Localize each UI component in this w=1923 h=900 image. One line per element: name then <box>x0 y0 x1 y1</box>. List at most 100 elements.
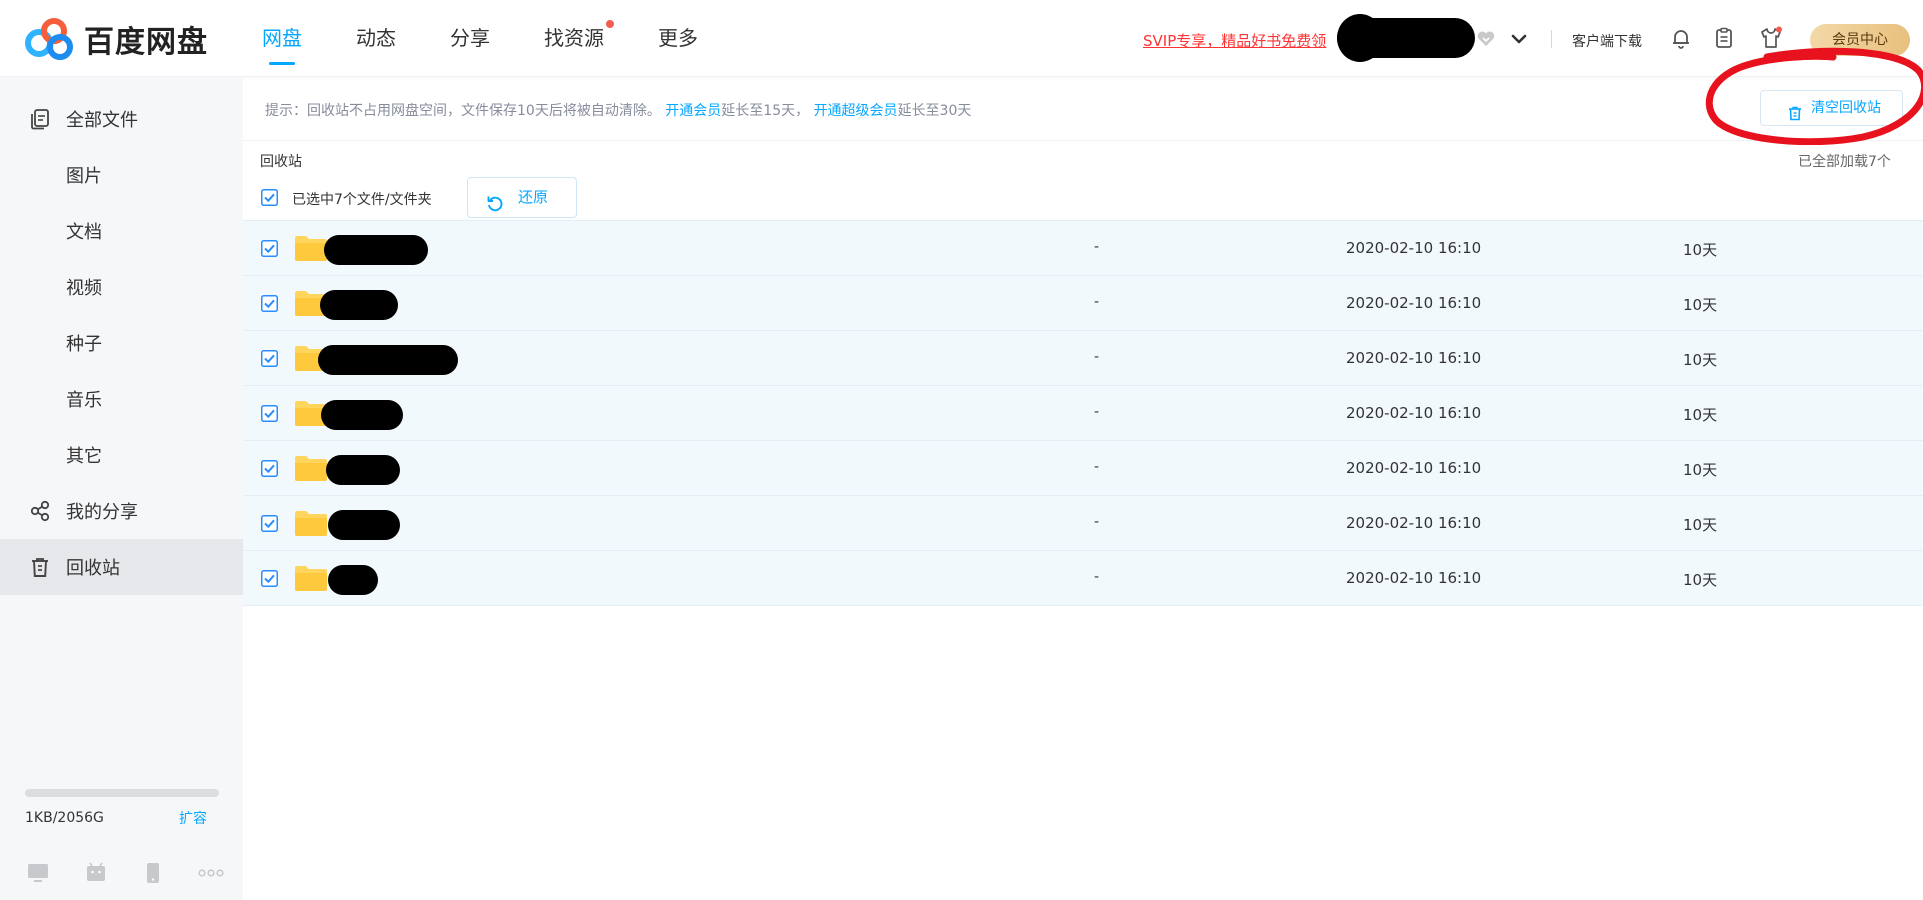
days-remaining: 10天 <box>1683 351 1718 369</box>
baidu-netdisk-logo-icon <box>24 18 76 60</box>
table-row[interactable]: - 2020-02-10 16:10 10天 <box>243 440 1923 496</box>
retention-tip: 提示：回收站不占用网盘空间，文件保存10天后将被自动清除。 开通会员延长至15天… <box>265 100 971 120</box>
deleted-time: 2020-02-10 16:10 <box>1346 349 1482 367</box>
sidebar-item-my-share[interactable]: 我的分享 <box>0 483 243 539</box>
app-name: 百度网盘 <box>84 25 208 60</box>
chevron-down-icon[interactable] <box>1509 29 1529 49</box>
svip-promo-link[interactable]: SVIP专享，精品好书免费领 <box>1143 30 1326 51</box>
filename-redacted[interactable] <box>328 510 400 540</box>
sidebar-item-label: 我的分享 <box>66 502 138 523</box>
file-size: - <box>1094 459 1100 475</box>
computer-icon[interactable] <box>26 861 50 885</box>
table-row[interactable]: - 2020-02-10 16:10 10天 <box>243 385 1923 441</box>
more-icon[interactable] <box>198 861 224 885</box>
row-checkbox[interactable] <box>261 570 278 587</box>
nav-item-netdisk[interactable]: 网盘 <box>262 0 302 77</box>
filename-redacted[interactable] <box>324 235 428 265</box>
sidebar-item-label: 全部文件 <box>66 110 138 131</box>
days-remaining: 10天 <box>1683 571 1718 589</box>
share-icon <box>29 500 51 522</box>
folder-icon <box>294 234 328 262</box>
sidebar-item-label: 其它 <box>66 446 102 467</box>
filename-redacted[interactable] <box>321 400 403 430</box>
folder-icon <box>294 454 328 482</box>
username-redacted[interactable] <box>1337 18 1475 58</box>
expand-storage-link[interactable]: 扩容 <box>179 808 207 828</box>
row-checkbox[interactable] <box>261 295 278 312</box>
restore-label: 还原 <box>518 188 549 206</box>
top-header: 百度网盘 网盘 动态 分享 找资源 更多 SVIP专享，精品好书免费领 客户端下… <box>0 0 1923 77</box>
deleted-time: 2020-02-10 16:10 <box>1346 239 1482 257</box>
files-icon <box>29 108 51 130</box>
filename-redacted[interactable] <box>326 455 400 485</box>
row-checkbox[interactable] <box>261 515 278 532</box>
sidebar-item-recycle-bin[interactable]: 回收站 <box>0 539 243 595</box>
select-all-checkbox[interactable] <box>261 189 278 206</box>
header-divider <box>1551 30 1552 48</box>
android-icon[interactable] <box>84 861 108 885</box>
open-super-member-link[interactable]: 开通超级会员 <box>814 103 898 119</box>
undo-icon <box>485 189 505 212</box>
sidebar-item-all-files[interactable]: 全部文件 <box>0 91 243 147</box>
sidebar-item-music[interactable]: 音乐 <box>0 371 243 427</box>
nav-label: 分享 <box>450 26 490 50</box>
sidebar-item-torrents[interactable]: 种子 <box>0 315 243 371</box>
restore-button[interactable]: 还原 <box>467 177 577 218</box>
table-row[interactable]: - 2020-02-10 16:10 10天 <box>243 495 1923 551</box>
nav-item-more[interactable]: 更多 <box>658 0 698 77</box>
nav-label: 网盘 <box>262 26 302 50</box>
app-logo[interactable]: 百度网盘 <box>24 18 208 60</box>
tip-text: 提示：回收站不占用网盘空间，文件保存10天后将被自动清除。 <box>265 103 661 119</box>
sidebar-item-label: 回收站 <box>66 558 120 579</box>
sidebar-item-label: 视频 <box>66 278 102 299</box>
sidebar-item-label: 图片 <box>66 166 102 187</box>
main-nav: 网盘 动态 分享 找资源 更多 <box>262 0 752 77</box>
folder-icon <box>294 564 328 592</box>
row-checkbox[interactable] <box>261 405 278 422</box>
filename-redacted[interactable] <box>320 290 398 320</box>
deleted-time: 2020-02-10 16:10 <box>1346 459 1482 477</box>
deleted-time: 2020-02-10 16:10 <box>1346 404 1482 422</box>
file-size: - <box>1094 514 1100 530</box>
days-remaining: 10天 <box>1683 516 1718 534</box>
sidebar-item-documents[interactable]: 文档 <box>0 203 243 259</box>
table-row[interactable]: - 2020-02-10 16:10 10天 <box>243 220 1923 276</box>
folder-icon <box>294 509 328 537</box>
sidebar-item-label: 音乐 <box>66 390 102 411</box>
nav-item-activity[interactable]: 动态 <box>356 0 396 77</box>
filename-redacted[interactable] <box>328 565 378 595</box>
file-size: - <box>1094 569 1100 585</box>
bell-icon[interactable] <box>1669 26 1693 50</box>
client-download-link[interactable]: 客户端下载 <box>1572 31 1642 51</box>
table-row[interactable]: - 2020-02-10 16:10 10天 <box>243 550 1923 606</box>
table-row[interactable]: - 2020-02-10 16:10 10天 <box>243 275 1923 331</box>
tip-bar: 提示：回收站不占用网盘空间，文件保存10天后将被自动清除。 开通会员延长至15天… <box>243 47 1923 145</box>
sidebar-item-images[interactable]: 图片 <box>0 147 243 203</box>
days-remaining: 10天 <box>1683 241 1718 259</box>
breadcrumb[interactable]: 回收站 <box>260 151 302 171</box>
selection-count-text: 已选中7个文件/文件夹 <box>292 192 432 208</box>
days-remaining: 10天 <box>1683 296 1718 314</box>
nav-label: 更多 <box>658 26 698 50</box>
open-member-link[interactable]: 开通会员 <box>665 103 721 119</box>
storage-quota-text: 1KB/2056G <box>25 810 104 826</box>
phone-icon[interactable] <box>141 861 165 885</box>
row-checkbox[interactable] <box>261 240 278 257</box>
deleted-time: 2020-02-10 16:10 <box>1346 514 1482 532</box>
red-circle-annotation <box>1705 47 1923 145</box>
sidebar-item-label: 种子 <box>66 334 102 355</box>
file-size: - <box>1094 294 1100 310</box>
filename-redacted[interactable] <box>318 345 458 375</box>
sidebar-item-other[interactable]: 其它 <box>0 427 243 483</box>
nav-item-find-resources[interactable]: 找资源 <box>544 0 614 77</box>
sidebar-item-videos[interactable]: 视频 <box>0 259 243 315</box>
table-row[interactable]: - 2020-02-10 16:10 10天 <box>243 330 1923 386</box>
days-remaining: 10天 <box>1683 461 1718 479</box>
row-checkbox[interactable] <box>261 460 278 477</box>
vip-heart-icon[interactable] <box>1476 29 1496 49</box>
sidebar: 全部文件 图片 文档 视频 种子 音乐 其它 我的分享 回收站 1KB/2056… <box>0 77 243 900</box>
main-content: 提示：回收站不占用网盘空间，文件保存10天后将被自动清除。 开通会员延长至15天… <box>243 47 1923 900</box>
file-list: - 2020-02-10 16:10 10天 - 2020-02-10 16:1… <box>243 220 1923 606</box>
row-checkbox[interactable] <box>261 350 278 367</box>
nav-item-share[interactable]: 分享 <box>450 0 490 77</box>
